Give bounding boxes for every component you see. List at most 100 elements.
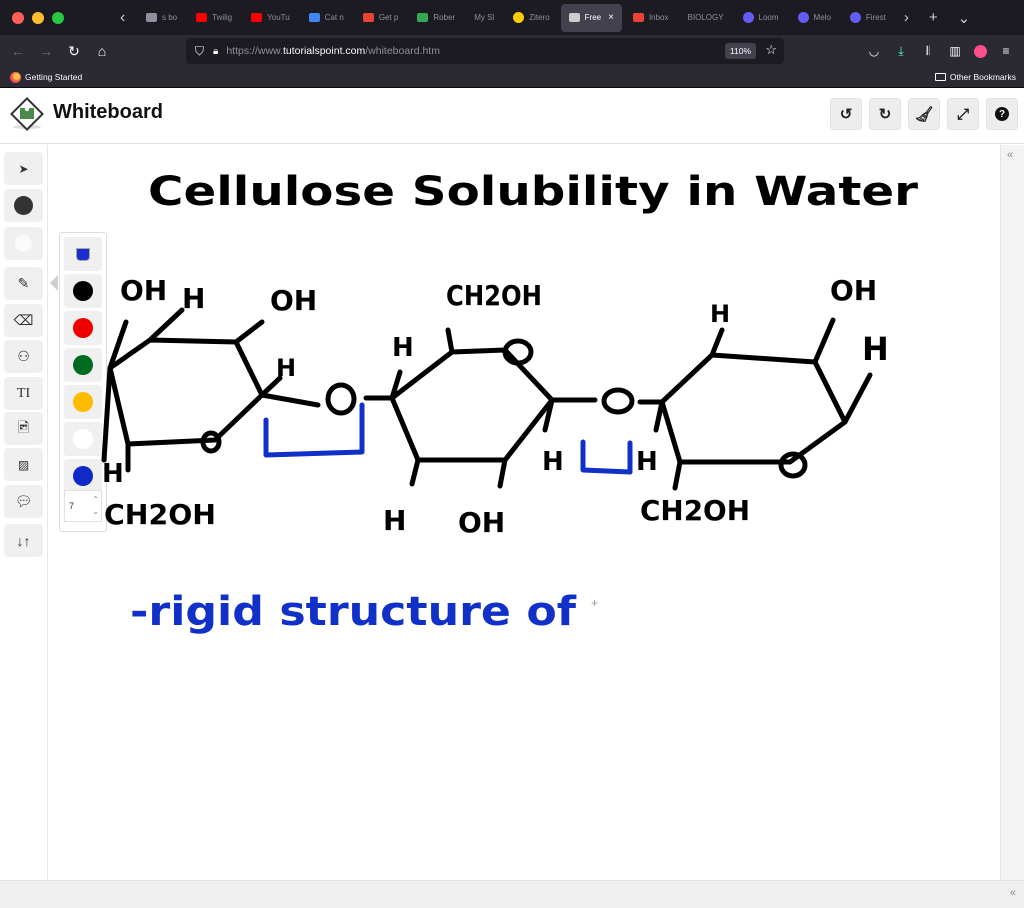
tab-label: Cat n xyxy=(324,13,344,22)
label-h: H xyxy=(276,354,296,382)
close-window-button[interactable] xyxy=(12,11,24,24)
gmail-icon xyxy=(632,13,644,22)
expand-bottom-chevrons-icon[interactable]: « xyxy=(1010,887,1016,899)
zoom-level-badge[interactable]: 110% xyxy=(724,43,756,59)
comments-icon: 💬︎ xyxy=(14,493,33,509)
browser-tab[interactable]: Loom xyxy=(735,4,787,32)
bridge-oxygen-1 xyxy=(325,382,357,416)
pencil-icon: ✎ xyxy=(17,275,30,291)
browser-tab[interactable]: s bo xyxy=(138,4,185,32)
header-actions: ↺ ↻ 🧹︎ ⤢ ? xyxy=(830,98,1018,130)
new-tab-button[interactable]: + xyxy=(929,9,938,26)
account-avatar-icon[interactable] xyxy=(974,44,987,58)
forward-button[interactable]: → xyxy=(32,43,60,59)
toolbar-right: ◡ ⤓ 𝄃 ▥ ≡ xyxy=(866,35,1024,67)
whiteboard-page: Whiteboard ↺ ↻ 🧹︎ ⤢ ? ➤ ✎ ⌫ ⚇ TI 🖻︎ ▨ 💬︎… xyxy=(0,88,1024,908)
sort-arrows-icon: ↓↑ xyxy=(16,532,31,549)
expand-arrows-icon: ⤢ xyxy=(956,105,969,123)
close-tab-icon[interactable]: × xyxy=(608,12,614,23)
label-oh: OH xyxy=(830,274,877,307)
canvas-ink[interactable]: Cellulose Solubility in Water OH H OH H … xyxy=(49,145,1000,880)
tab-label: s bo xyxy=(162,13,178,22)
menu-icon[interactable]: ≡ xyxy=(998,44,1014,58)
zotero-icon xyxy=(513,12,525,23)
address-bar[interactable]: ⛉ 🔒︎ https://www.tutorialspoint.com/whit… xyxy=(186,38,784,64)
tab-label: Get p xyxy=(378,13,399,22)
label-oh: OH xyxy=(458,506,505,539)
library-icon[interactable]: 𝄃 xyxy=(920,44,936,59)
drawing-canvas[interactable]: Cellulose Solubility in Water OH H OH H … xyxy=(49,145,1000,880)
label-h: H xyxy=(392,333,414,363)
browser-tab[interactable]: Inbox xyxy=(625,4,677,32)
tab-list-chevron-icon[interactable]: ⌄ xyxy=(958,9,971,27)
select-tool-button[interactable]: ➤ xyxy=(4,152,43,185)
fill-color-dot-icon xyxy=(14,196,33,215)
redo-button[interactable]: ↻ xyxy=(869,98,901,130)
loom-icon xyxy=(742,12,754,23)
url-text[interactable]: https://www.tutorialspoint.com/whiteboar… xyxy=(226,45,440,57)
bookmark-star-icon[interactable]: ☆ xyxy=(765,42,777,58)
browser-tab[interactable]: Cat n xyxy=(301,4,352,32)
browser-tab[interactable]: Twilig xyxy=(188,4,240,32)
navigation-bar: ← → ↻ ⌂ ⛉ 🔒︎ https://www.tutorialspoint.… xyxy=(0,35,1024,67)
text-tool-button[interactable]: TI xyxy=(4,377,43,410)
fullscreen-button[interactable]: ⤢ xyxy=(947,98,979,130)
browser-tab[interactable]: Melo xyxy=(790,4,839,32)
browser-tab[interactable]: BIOLOGY xyxy=(680,4,732,32)
right-panel-strip: « xyxy=(1000,145,1024,880)
clear-board-button[interactable]: 🧹︎ xyxy=(908,98,940,130)
redo-icon: ↻ xyxy=(878,106,892,123)
browser-tab[interactable]: YouTu xyxy=(243,4,298,32)
minimize-window-button[interactable] xyxy=(32,11,44,24)
back-button[interactable]: ← xyxy=(4,43,32,59)
label-ch2oh: CH2OH xyxy=(640,494,750,527)
browser-tab[interactable]: Zitero xyxy=(505,4,557,32)
pencil-tool-button[interactable]: ✎ xyxy=(4,267,43,300)
undo-icon: ↺ xyxy=(839,106,853,123)
tab-label: Loom xyxy=(758,13,779,22)
tab-bar: ‹ s bo Twilig YouTu Cat n Get p Rober My Sl Zit… xyxy=(0,0,1024,35)
reload-button[interactable]: ↻ xyxy=(60,43,88,60)
pocket-icon[interactable]: ◡ xyxy=(866,44,882,58)
sidebar-icon[interactable]: ▥ xyxy=(947,44,963,58)
bookmark-getting-started[interactable]: Getting Started xyxy=(10,71,82,83)
tracking-shield-icon[interactable]: ⛉ xyxy=(195,44,204,59)
other-bookmarks-folder[interactable]: Other Bookmarks xyxy=(934,72,1016,82)
cellulose-structure xyxy=(101,307,873,491)
bookmark-label: Other Bookmarks xyxy=(949,72,1016,82)
question-circle-icon: ? xyxy=(995,107,1009,121)
tabs-scroll-left-button[interactable]: ‹ xyxy=(120,9,134,27)
shapes-tool-button[interactable]: ⚇ xyxy=(4,340,43,373)
tab-label: YouTu xyxy=(267,13,290,22)
home-button[interactable]: ⌂ xyxy=(88,43,116,59)
drive-icon xyxy=(417,13,429,22)
comment-tool-button[interactable]: 💬︎ xyxy=(4,485,43,518)
tabs-scroll-right-button[interactable]: › xyxy=(904,9,909,26)
app-header: Whiteboard ↺ ↻ 🧹︎ ⤢ ? xyxy=(0,88,1024,144)
label-oh: OH xyxy=(270,284,317,317)
youtube-icon xyxy=(196,13,208,22)
presenter-tool-button[interactable]: ▨ xyxy=(4,448,43,481)
browser-tab[interactable]: Free × xyxy=(560,3,622,32)
fill-color-button[interactable] xyxy=(4,189,43,222)
sort-layers-button[interactable]: ↓↑ xyxy=(4,524,43,557)
background-color-dot-icon xyxy=(14,234,33,253)
expand-panel-chevrons-icon[interactable]: « xyxy=(1007,149,1013,161)
browser-tab[interactable]: Rober xyxy=(409,4,463,32)
image-tool-button[interactable]: 🖻︎ xyxy=(4,412,43,445)
eraser-tool-button[interactable]: ⌫ xyxy=(4,304,43,337)
lock-icon[interactable]: 🔒︎ xyxy=(213,46,218,57)
label-h: H xyxy=(102,459,124,489)
help-button[interactable]: ? xyxy=(986,98,1018,130)
background-color-button[interactable] xyxy=(4,227,43,260)
app-title: Whiteboard xyxy=(53,101,163,123)
downloads-icon[interactable]: ⤓ xyxy=(893,44,909,59)
presenter-icon: ▨ xyxy=(17,457,30,472)
maximize-window-button[interactable] xyxy=(52,11,64,24)
label-oh: OH xyxy=(120,274,167,307)
undo-button[interactable]: ↺ xyxy=(830,98,862,130)
browser-tab[interactable]: Get p xyxy=(355,4,407,32)
browser-tab[interactable]: Firest xyxy=(842,4,894,32)
browser-tab[interactable]: My Sl xyxy=(466,4,502,32)
broom-icon: 🧹︎ xyxy=(914,106,934,123)
